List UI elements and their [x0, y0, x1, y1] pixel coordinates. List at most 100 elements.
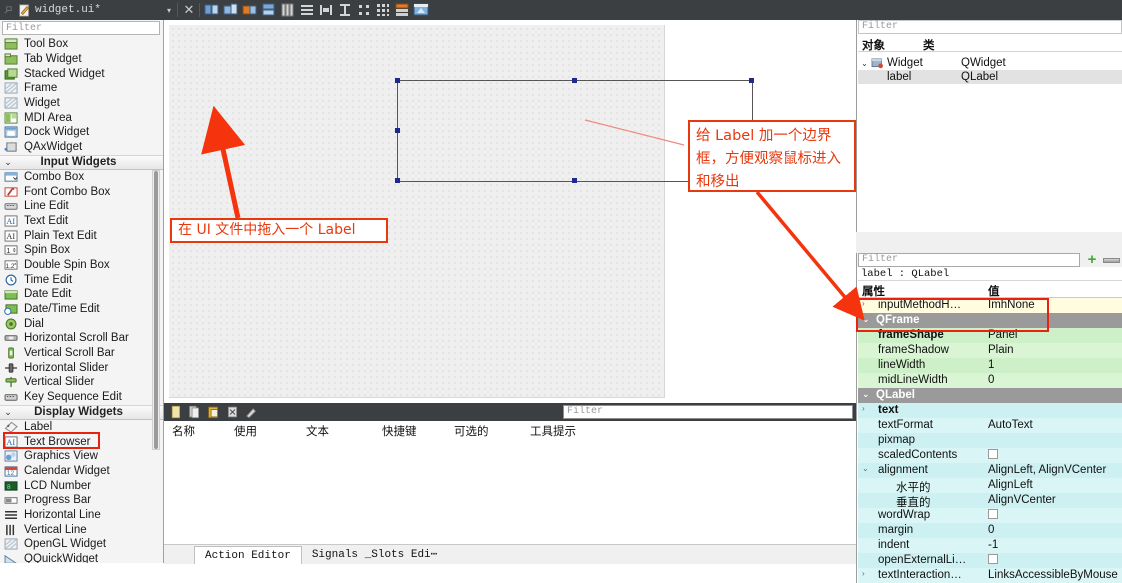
- preview-icon[interactable]: [413, 2, 429, 18]
- lay-out-horizontally-icon[interactable]: [242, 2, 258, 18]
- property-row-alignment[interactable]: ⌄ alignment AlignLeft, AlignVCenter: [858, 463, 1122, 478]
- copy-action-icon[interactable]: [188, 405, 201, 419]
- widget-group-header-display-widgets[interactable]: ⌄ Display Widgets: [0, 404, 163, 420]
- widget-item-double-spin-box[interactable]: 1.2 Double Spin Box: [0, 258, 163, 273]
- property-value[interactable]: 0: [988, 374, 1120, 386]
- widget-item-mdi-area[interactable]: MDI Area: [0, 110, 163, 125]
- bottom-dock-tabs[interactable]: Action Editor Signals _Slots Edi⋯: [164, 544, 856, 564]
- widget-item-qaxwidget[interactable]: QAxWidget: [0, 140, 163, 155]
- widget-item-time-edit[interactable]: Time Edit: [0, 272, 163, 287]
- widget-item-horizontal-slider[interactable]: Horizontal Slider: [0, 360, 163, 375]
- resize-handle-bottom-left[interactable]: [395, 178, 400, 183]
- widget-item-line-edit[interactable]: Line Edit: [0, 199, 163, 214]
- bottom-tab-action-editor[interactable]: Action Editor: [194, 545, 302, 564]
- lay-out-in-splitter-vertical-icon[interactable]: [299, 2, 315, 18]
- resize-handle-top-center[interactable]: [572, 78, 577, 83]
- property-row-text[interactable]: › text: [858, 403, 1122, 418]
- property-row-midlinewidth[interactable]: midLineWidth 0: [858, 373, 1122, 388]
- widget-box-filter-input[interactable]: Filter: [2, 21, 160, 35]
- form-window[interactable]: [169, 25, 754, 398]
- widget-item-horizontal-scroll-bar[interactable]: Horizontal Scroll Bar: [0, 331, 163, 346]
- widget-box-list[interactable]: Tool Box Tab Widget Stacked Widget Frame Wid…: [0, 37, 163, 563]
- remove-property-icon[interactable]: [1103, 258, 1120, 263]
- object-inspector-filter-input[interactable]: Filter: [858, 20, 1122, 34]
- open-file-tab[interactable]: widget.ui*: [0, 0, 162, 20]
- resize-handle-middle-left[interactable]: [395, 128, 400, 133]
- lay-out-vertically-icon[interactable]: [261, 2, 277, 18]
- widget-group-header-input-widgets[interactable]: ⌄ Input Widgets: [0, 154, 163, 170]
- delete-action-icon[interactable]: [226, 405, 239, 419]
- property-value[interactable]: AutoText: [988, 419, 1120, 431]
- widget-item-graphics-view[interactable]: Graphics View: [0, 449, 163, 464]
- property-row-indent[interactable]: indent -1: [858, 538, 1122, 553]
- property-value[interactable]: [988, 554, 1120, 566]
- property-row-textinteraction[interactable]: › textInteraction… LinksAccessibleByMouse: [858, 568, 1122, 583]
- property-value[interactable]: AlignVCenter: [988, 494, 1120, 506]
- property-row-pixmap[interactable]: pixmap: [858, 433, 1122, 448]
- widget-item-dial[interactable]: Dial: [0, 316, 163, 331]
- close-file-icon[interactable]: ✕: [182, 2, 196, 18]
- property-value[interactable]: AlignLeft, AlignVCenter: [988, 464, 1120, 476]
- property-row-scaledcontents[interactable]: scaledContents: [858, 448, 1122, 463]
- widget-item-spin-box[interactable]: 1 Spin Box: [0, 243, 163, 258]
- property-value[interactable]: [988, 449, 1120, 461]
- property-value[interactable]: 1: [988, 359, 1120, 371]
- lay-out-in-splitter-horizontal-icon[interactable]: [280, 2, 296, 18]
- checkbox[interactable]: [988, 509, 998, 519]
- widget-item-font-combo-box[interactable]: Font Combo Box: [0, 184, 163, 199]
- property-filter-input[interactable]: Filter: [858, 253, 1080, 267]
- form-canvas[interactable]: [164, 20, 856, 403]
- widget-item-calendar-widget[interactable]: 12 Calendar Widget: [0, 464, 163, 479]
- break-layout-icon[interactable]: [204, 2, 220, 18]
- property-value[interactable]: Panel: [988, 329, 1120, 341]
- new-action-icon[interactable]: [169, 405, 182, 419]
- property-row-水平的[interactable]: 水平的 AlignLeft: [858, 478, 1122, 494]
- widget-item-dock-widget[interactable]: Dock Widget: [0, 125, 163, 140]
- property-row-textformat[interactable]: textFormat AutoText: [858, 418, 1122, 433]
- object-tree-row-label[interactable]: label QLabel: [858, 70, 1122, 84]
- expand-chevron-icon[interactable]: ⌄: [858, 59, 871, 68]
- property-row-inputmethodh[interactable]: › inputMethodH… ImhNone: [858, 298, 1122, 313]
- property-row-frameshape[interactable]: frameShape Panel: [858, 328, 1122, 343]
- widget-item-plain-text-edit[interactable]: AI Plain Text Edit: [0, 228, 163, 243]
- widget-item-qquickwidget[interactable]: QQuickWidget: [0, 552, 163, 563]
- widget-item-vertical-slider[interactable]: Vertical Slider: [0, 375, 163, 390]
- widget-item-stacked-widget[interactable]: Stacked Widget: [0, 66, 163, 81]
- edit-buddies-icon[interactable]: [394, 2, 410, 18]
- action-table-body[interactable]: [164, 439, 856, 544]
- action-editor-filter-input[interactable]: Filter: [563, 405, 853, 419]
- widget-item-label[interactable]: Label: [0, 420, 163, 435]
- add-property-icon[interactable]: +: [1085, 252, 1099, 267]
- property-row-qlabel[interactable]: ⌄ QLabel: [858, 388, 1122, 403]
- widget-item-horizontal-line[interactable]: Horizontal Line: [0, 508, 163, 523]
- checkbox[interactable]: [988, 449, 998, 459]
- property-row-垂直的[interactable]: 垂直的 AlignVCenter: [858, 493, 1122, 509]
- resize-handle-top-right[interactable]: [749, 78, 754, 83]
- file-dropdown-caret[interactable]: ▾: [163, 0, 175, 20]
- property-row-frameshadow[interactable]: frameShadow Plain: [858, 343, 1122, 358]
- break-grid-icon[interactable]: [356, 2, 372, 18]
- lay-out-in-form-layout-icon[interactable]: [318, 2, 334, 18]
- widget-item-date-time-edit[interactable]: Date/Time Edit: [0, 302, 163, 317]
- property-value[interactable]: [988, 509, 1120, 521]
- widget-box-scrollbar[interactable]: [152, 170, 160, 450]
- adjust-size-icon[interactable]: [223, 2, 239, 18]
- bottom-tab-signals-slots-edi-[interactable]: Signals _Slots Edi⋯: [302, 546, 447, 564]
- widget-item-tab-widget[interactable]: Tab Widget: [0, 52, 163, 67]
- resize-handle-bottom-center[interactable]: [572, 178, 577, 183]
- widget-item-text-browser[interactable]: AI Text Browser: [0, 434, 163, 449]
- property-value[interactable]: ImhNone: [988, 299, 1120, 311]
- edit-action-icon[interactable]: [245, 405, 258, 419]
- widget-item-lcd-number[interactable]: 8 LCD Number: [0, 478, 163, 493]
- property-value[interactable]: AlignLeft: [988, 479, 1120, 491]
- property-value[interactable]: 0: [988, 524, 1120, 536]
- widget-item-vertical-scroll-bar[interactable]: Vertical Scroll Bar: [0, 346, 163, 361]
- widget-item-date-edit[interactable]: Date Edit: [0, 287, 163, 302]
- widget-item-widget[interactable]: Widget: [0, 96, 163, 111]
- property-row-openexternalli[interactable]: openExternalLi…: [858, 553, 1122, 568]
- widget-item-combo-box[interactable]: Combo Box: [0, 170, 163, 185]
- property-row-wordwrap[interactable]: wordWrap: [858, 508, 1122, 523]
- widget-item-tool-box[interactable]: Tool Box: [0, 37, 163, 52]
- property-value[interactable]: -1: [988, 539, 1120, 551]
- object-tree-row-widget[interactable]: ⌄ Widget QWidget: [858, 56, 1122, 70]
